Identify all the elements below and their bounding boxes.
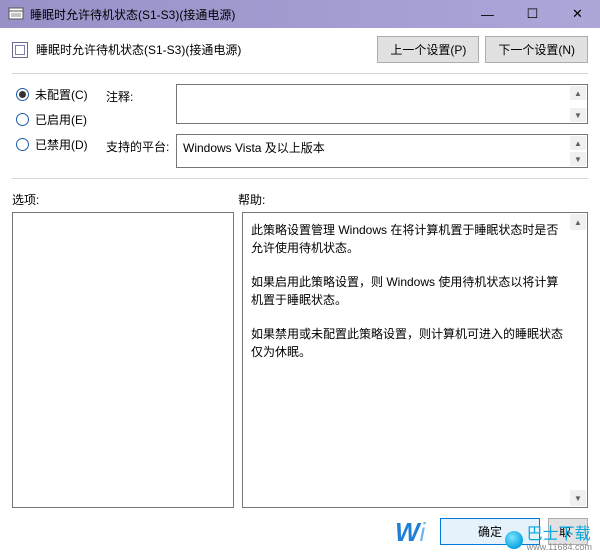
scroll-up-icon[interactable]: ▲ xyxy=(570,214,586,230)
help-paragraph: 此策略设置管理 Windows 在将计算机置于睡眠状态时是否允许使用待机状态。 xyxy=(251,221,567,257)
cancel-button[interactable]: 取 xyxy=(548,518,588,545)
policy-icon xyxy=(12,42,28,58)
window-title: 睡眠时允许待机状态(S1-S3)(接通电源) xyxy=(30,6,465,23)
config-section: 未配置(C) 已启用(E) 已禁用(D) 注释: ▲ ▼ 支持的平台: Wind… xyxy=(0,80,600,178)
radio-enabled[interactable]: 已启用(E) xyxy=(16,111,106,128)
titlebar: 睡眠时允许待机状态(S1-S3)(接通电源) — ☐ ✕ xyxy=(0,0,600,28)
radio-dot-icon xyxy=(16,88,29,101)
divider xyxy=(12,178,588,179)
previous-setting-button[interactable]: 上一个设置(P) xyxy=(377,36,479,63)
panes: 此策略设置管理 Windows 在将计算机置于睡眠状态时是否允许使用待机状态。 … xyxy=(0,208,600,508)
next-setting-button[interactable]: 下一个设置(N) xyxy=(485,36,588,63)
comment-textarea[interactable]: ▲ ▼ xyxy=(176,84,588,124)
pane-labels: 选项: 帮助: xyxy=(0,185,600,208)
options-label: 选项: xyxy=(12,191,238,208)
radio-label: 未配置(C) xyxy=(35,86,88,103)
help-paragraph: 如果启用此策略设置，则 Windows 使用待机状态以将计算机置于睡眠状态。 xyxy=(251,273,567,309)
radio-disabled[interactable]: 已禁用(D) xyxy=(16,136,106,153)
scroll-up-icon[interactable]: ▲ xyxy=(570,136,586,150)
radio-dot-icon xyxy=(16,113,29,126)
help-pane: 此策略设置管理 Windows 在将计算机置于睡眠状态时是否允许使用待机状态。 … xyxy=(242,212,588,508)
help-label: 帮助: xyxy=(238,191,265,208)
radio-label: 已启用(E) xyxy=(35,111,87,128)
radio-label: 已禁用(D) xyxy=(35,136,88,153)
state-radio-group: 未配置(C) 已启用(E) 已禁用(D) xyxy=(16,84,106,178)
radio-not-configured[interactable]: 未配置(C) xyxy=(16,86,106,103)
divider xyxy=(12,73,588,74)
scroll-down-icon[interactable]: ▼ xyxy=(570,108,586,122)
app-icon xyxy=(8,6,24,22)
maximize-button[interactable]: ☐ xyxy=(510,0,555,28)
supported-label: 支持的平台: xyxy=(106,134,176,155)
options-pane xyxy=(12,212,234,508)
comment-label: 注释: xyxy=(106,84,176,105)
policy-title: 睡眠时允许待机状态(S1-S3)(接通电源) xyxy=(36,41,377,58)
supported-text: Windows Vista 及以上版本 ▲ ▼ xyxy=(176,134,588,168)
policy-header: 睡眠时允许待机状态(S1-S3)(接通电源) 上一个设置(P) 下一个设置(N) xyxy=(0,28,600,73)
close-button[interactable]: ✕ xyxy=(555,0,600,28)
dialog-footer: 确定 取 xyxy=(0,508,600,554)
window-controls: — ☐ ✕ xyxy=(465,0,600,28)
radio-dot-icon xyxy=(16,138,29,151)
scroll-down-icon[interactable]: ▼ xyxy=(570,152,586,166)
scroll-up-icon[interactable]: ▲ xyxy=(570,86,586,100)
minimize-button[interactable]: — xyxy=(465,0,510,28)
fields: 注释: ▲ ▼ 支持的平台: Windows Vista 及以上版本 ▲ ▼ xyxy=(106,84,588,178)
scroll-down-icon[interactable]: ▼ xyxy=(570,490,586,506)
ok-button[interactable]: 确定 xyxy=(440,518,540,545)
help-paragraph: 如果禁用或未配置此策略设置，则计算机可进入的睡眠状态仅为休眠。 xyxy=(251,325,567,361)
